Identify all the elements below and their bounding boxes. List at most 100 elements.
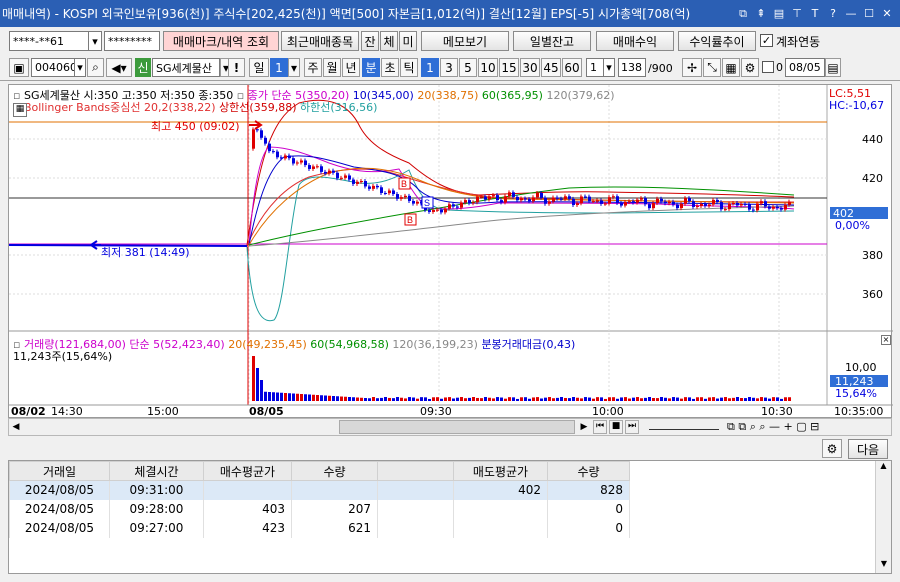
- scroll-up-icon[interactable]: ▲: [876, 461, 891, 475]
- table-row[interactable]: 2024/08/05 09:27:00 423 621 0: [9, 518, 630, 538]
- period-month[interactable]: 월: [323, 58, 341, 77]
- stock-search-icon[interactable]: ▣: [9, 58, 29, 77]
- volume-bar: [616, 398, 619, 401]
- x-label-1430: 14:30: [51, 405, 83, 418]
- panel-close-icon[interactable]: ×: [881, 335, 891, 345]
- next-button[interactable]: 다음: [848, 439, 888, 459]
- volume-bar: [380, 397, 383, 401]
- tab-unexecuted[interactable]: 미: [399, 31, 417, 51]
- candle: [660, 198, 663, 202]
- pin-icon[interactable]: ⇞: [754, 7, 768, 21]
- zoom-slider[interactable]: [649, 422, 719, 430]
- minute-15[interactable]: 15: [499, 58, 519, 77]
- table-row[interactable]: 2024/08/05 09:28:00 403 207 0: [9, 499, 630, 519]
- chart-scroll-bar[interactable]: ◀ ▶ ⏮ ■ ⏭ ⧉ ⧉ ⌕ ⌕ — + ▢ ⊟: [8, 418, 892, 436]
- table-settings-icon[interactable]: ⚙: [822, 439, 842, 458]
- save-icon[interactable]: ▦: [722, 58, 740, 77]
- table-scrollbar[interactable]: ▲ ▼: [875, 461, 891, 573]
- candle: [636, 199, 639, 203]
- drawing-icon[interactable]: ⤡: [703, 58, 721, 77]
- period-year[interactable]: 년: [342, 58, 360, 77]
- maximize-icon[interactable]: ☐: [862, 7, 876, 21]
- tab-executed[interactable]: 체: [380, 31, 398, 51]
- volume-bar: [608, 397, 611, 401]
- daily-balance-button[interactable]: 일별잔고: [513, 31, 591, 51]
- settings-icon[interactable]: ⚙: [741, 58, 759, 77]
- last-icon[interactable]: ⏭: [625, 420, 639, 434]
- bollinger-lower: [246, 169, 795, 322]
- candle: [640, 198, 643, 200]
- code-dropdown-icon[interactable]: ▾: [74, 58, 86, 77]
- scroll-right-icon[interactable]: ▶: [577, 419, 591, 435]
- search-icon[interactable]: ⌕: [87, 58, 104, 77]
- period-dropdown-icon[interactable]: ▾: [288, 58, 300, 77]
- col-trade-date[interactable]: 거래일: [9, 461, 110, 481]
- period-tick[interactable]: 틱: [400, 58, 418, 77]
- crosshair-icon[interactable]: ✢: [682, 58, 702, 77]
- help-icon[interactable]: ?: [826, 7, 840, 21]
- scroll-left-icon[interactable]: ◀: [9, 419, 23, 435]
- period-count[interactable]: 1: [270, 58, 288, 77]
- chart-area[interactable]: B B S ▫ SG세계물산 시:350 고:350 저:350 종:350 ▫…: [8, 84, 893, 418]
- stop-icon[interactable]: ■: [609, 420, 623, 434]
- cell-sell-avg: [453, 499, 548, 519]
- table-toolbar: ⚙ 다음: [8, 437, 892, 460]
- period-week[interactable]: 주: [304, 58, 322, 77]
- scroll-thumb[interactable]: [339, 420, 575, 434]
- period-minute[interactable]: 분: [362, 58, 380, 77]
- top-icon[interactable]: ⊤: [790, 7, 804, 21]
- window-title: 매매내역) - KOSPI 외국인보유[936(천)] 주식수[202,425(…: [2, 7, 691, 21]
- candle: [508, 192, 511, 197]
- trade-profit-button[interactable]: 매매수익: [596, 31, 674, 51]
- col-buy-avg[interactable]: 매수평균가: [203, 461, 292, 481]
- minimize-icon[interactable]: —: [844, 7, 858, 21]
- zoom-tools[interactable]: ⧉ ⧉ ⌕ ⌕ — + ▢ ⊟: [727, 420, 819, 434]
- candle: [376, 185, 379, 188]
- first-icon[interactable]: ⏮: [593, 420, 607, 434]
- col-buy-qty[interactable]: 수량: [291, 461, 378, 481]
- col-sell-qty[interactable]: 수량: [547, 461, 630, 481]
- font-icon[interactable]: T: [808, 7, 822, 21]
- volume-bar: [600, 397, 603, 401]
- account-dropdown-icon[interactable]: ▾: [88, 31, 102, 51]
- tab-balance[interactable]: 잔: [361, 31, 379, 51]
- account-link-checkbox[interactable]: ✓: [760, 34, 773, 47]
- memo-button[interactable]: 메모보기: [421, 31, 509, 51]
- minute-30[interactable]: 30: [520, 58, 540, 77]
- close-icon[interactable]: ✕: [880, 7, 894, 21]
- table-toggle-icon[interactable]: ▦: [13, 103, 27, 117]
- candle: [524, 198, 527, 200]
- minute-1[interactable]: 1: [421, 58, 439, 77]
- period-second[interactable]: 초: [381, 58, 399, 77]
- date-input[interactable]: 08/05: [785, 58, 825, 77]
- scroll-down-icon[interactable]: ▼: [876, 559, 892, 573]
- volume-bar: [584, 397, 587, 401]
- minute-3[interactable]: 3: [440, 58, 458, 77]
- restore-icon[interactable]: ⧉: [736, 7, 750, 21]
- minute-10[interactable]: 10: [478, 58, 498, 77]
- calendar-icon[interactable]: ▤: [825, 58, 841, 77]
- zero-checkbox[interactable]: [762, 61, 774, 73]
- volume-bar: [620, 397, 623, 401]
- minute-45[interactable]: 45: [541, 58, 561, 77]
- minute-dropdown-icon[interactable]: ▾: [603, 58, 615, 77]
- minute-60[interactable]: 60: [562, 58, 582, 77]
- count-input[interactable]: 138: [618, 58, 646, 77]
- sound-icon[interactable]: ◀▾: [106, 58, 132, 77]
- alert-button[interactable]: !: [228, 58, 245, 77]
- stock-code-input[interactable]: 004060: [31, 58, 75, 77]
- table-row[interactable]: 2024/08/05 09:31:00 402 828: [9, 480, 630, 500]
- account-input[interactable]: ****-**61: [9, 31, 89, 51]
- recent-trade-button[interactable]: 최근매매종목: [281, 31, 359, 51]
- period-day-button[interactable]: 일: [249, 58, 269, 77]
- mark-history-button[interactable]: 매매마크/내역 조회: [163, 31, 279, 51]
- arrange-icon[interactable]: ▤: [772, 7, 786, 21]
- minute-input[interactable]: 1: [586, 58, 604, 77]
- col-exec-time[interactable]: 체결시간: [109, 461, 204, 481]
- password-input[interactable]: ********: [104, 31, 160, 51]
- col-sell-avg[interactable]: 매도평균가: [453, 461, 548, 481]
- profit-trend-button[interactable]: 수익률추이: [678, 31, 756, 51]
- cell-blank: [377, 499, 454, 519]
- candle: [268, 143, 271, 152]
- minute-5[interactable]: 5: [459, 58, 477, 77]
